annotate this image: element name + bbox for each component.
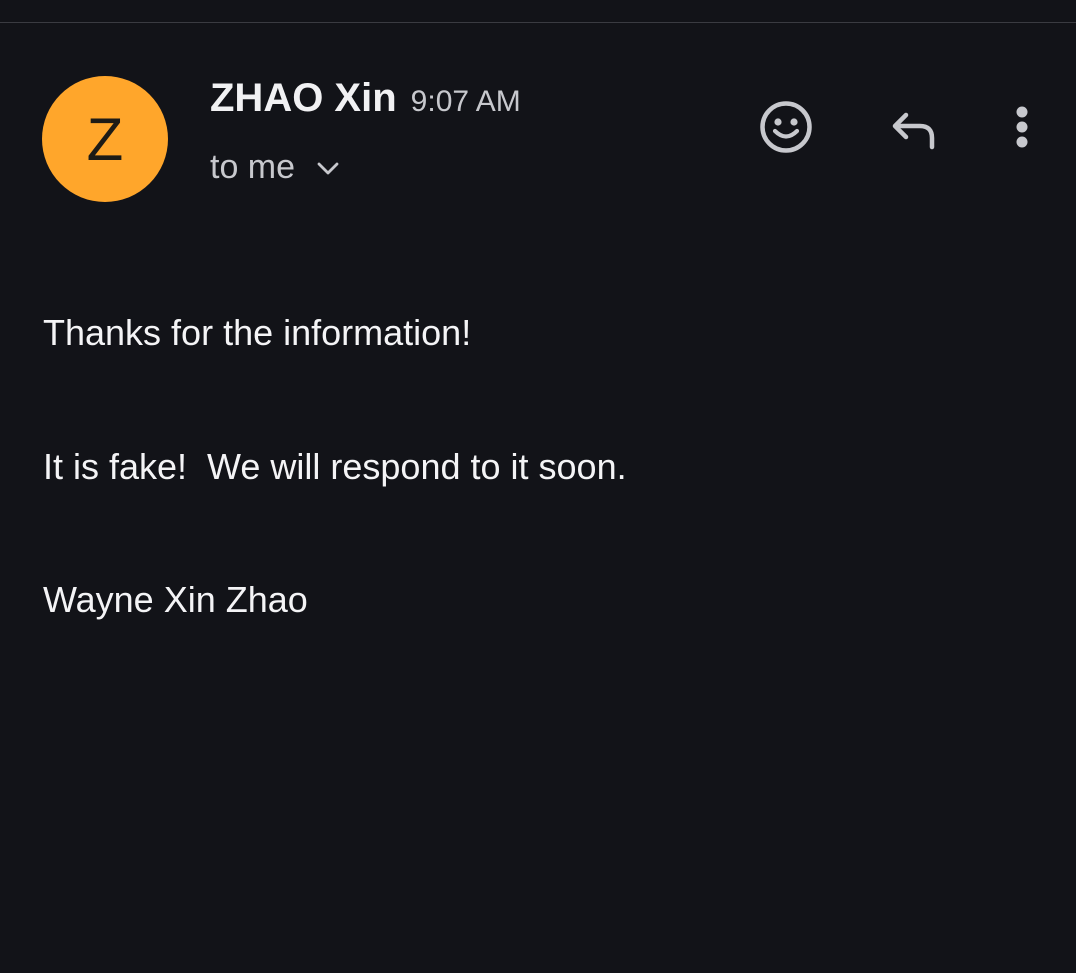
message-time: 9:07 AM [410,85,521,118]
top-divider [0,22,1076,23]
sender-header: ZHAO Xin 9:07 AM [210,76,521,121]
reply-arrow-icon [885,99,941,160]
add-reaction-button[interactable] [753,96,819,162]
smiley-face-icon [758,99,814,160]
chevron-down-icon [315,153,345,183]
message-signature: Wayne Xin Zhao [43,579,308,620]
message-body-line: Thanks for the information! [43,312,472,353]
email-message-screen: Z ZHAO Xin 9:07 AM to me Thanks for the … [0,0,1076,973]
avatar-initial: Z [86,105,124,173]
sender-name[interactable]: ZHAO Xin [210,76,397,121]
sender-avatar[interactable]: Z [42,76,168,202]
message-body-line: It is fake! We will respond to it soon. [43,446,627,487]
reply-button[interactable] [880,96,946,162]
recipient-details-toggle[interactable]: to me [210,148,345,187]
vertical-dots-icon [1010,99,1034,160]
recipient-label: to me [210,148,296,186]
more-options-button[interactable] [989,96,1055,162]
